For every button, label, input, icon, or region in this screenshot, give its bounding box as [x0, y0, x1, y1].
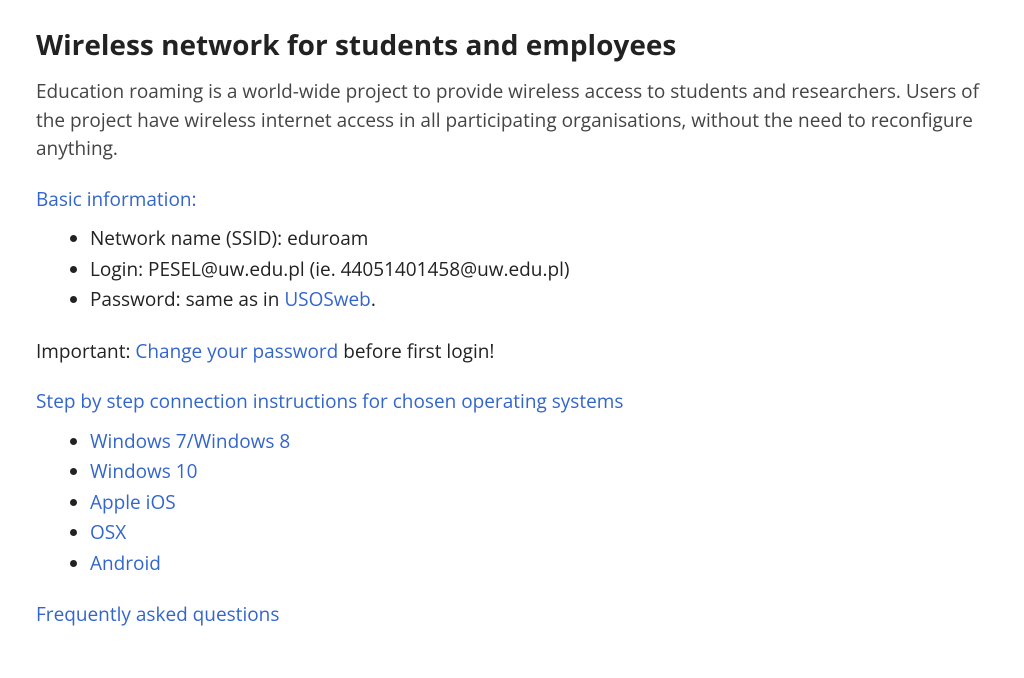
instructions-heading: Step by step connection instructions for…	[36, 387, 988, 416]
important-tail: before first login!	[338, 338, 494, 364]
instructions-heading-link[interactable]: Step by step connection instructions for…	[36, 388, 623, 414]
usosweb-link[interactable]: USOSweb	[284, 286, 370, 312]
faq-link[interactable]: Frequently asked questions	[36, 601, 279, 627]
faq-heading: Frequently asked questions	[36, 600, 988, 629]
important-lead: Important:	[36, 338, 135, 364]
os-link-android[interactable]: Android	[90, 550, 161, 576]
basic-info-heading: Basic information:	[36, 185, 988, 214]
instructions-list: Windows 7/Windows 8 Windows 10 Apple iOS…	[36, 426, 988, 579]
basic-info-link[interactable]: Basic information:	[36, 186, 197, 212]
list-item: Network name (SSID): eduroam	[90, 223, 988, 254]
os-link-osx[interactable]: OSX	[90, 519, 126, 545]
list-item: Android	[90, 548, 988, 579]
password-suffix: .	[371, 286, 376, 312]
ssid-value: eduroam	[287, 225, 368, 251]
list-item: Windows 10	[90, 456, 988, 487]
list-item: Login: PESEL@uw.edu.pl (ie. 44051401458@…	[90, 254, 988, 285]
login-value: PESEL@uw.edu.pl (ie. 44051401458@uw.edu.…	[148, 256, 569, 282]
important-note: Important: Change your password before f…	[36, 337, 988, 366]
intro-paragraph: Edu­cation roam­ing is a world-wide proj…	[36, 77, 988, 163]
ssid-label: Network name (SSID):	[90, 225, 287, 251]
password-prefix: same as in	[186, 286, 285, 312]
login-label: Login:	[90, 256, 148, 282]
list-item: Password: same as in USOSweb.	[90, 284, 988, 315]
list-item: Apple iOS	[90, 487, 988, 518]
list-item: OSX	[90, 517, 988, 548]
basic-info-list: Network name (SSID): eduroam Login: PESE…	[36, 223, 988, 315]
list-item: Windows 7/Windows 8	[90, 426, 988, 457]
os-link-ios[interactable]: Apple iOS	[90, 489, 176, 515]
os-link-win7-8[interactable]: Windows 7/Windows 8	[90, 428, 290, 454]
os-link-win10[interactable]: Windows 10	[90, 458, 198, 484]
password-label: Password:	[90, 286, 186, 312]
change-password-link[interactable]: Change your password	[135, 338, 338, 364]
page-title: Wireless network for students and employ…	[36, 28, 988, 63]
